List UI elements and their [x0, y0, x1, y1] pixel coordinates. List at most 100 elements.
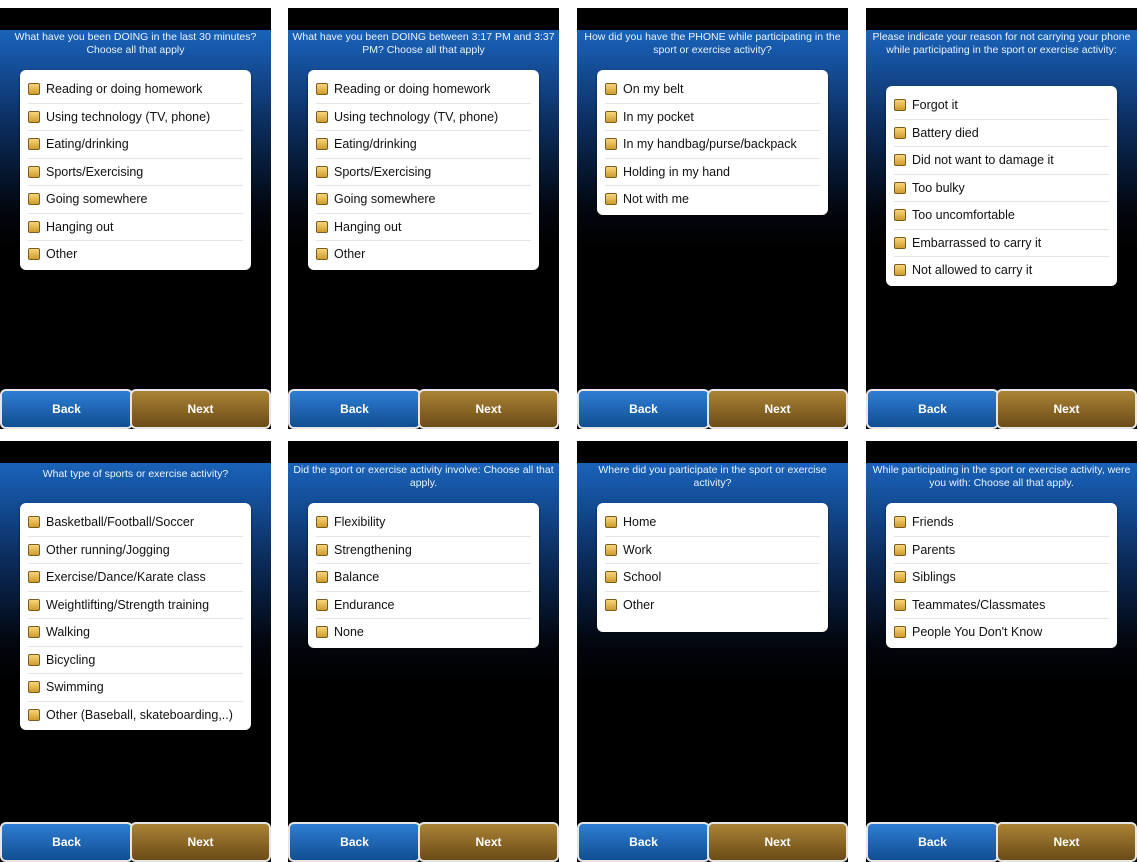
checkbox-icon[interactable] — [316, 138, 328, 151]
option-item[interactable]: Basketball/Football/Soccer — [28, 509, 243, 537]
option-item[interactable]: Endurance — [316, 592, 531, 619]
checkbox-icon[interactable] — [28, 248, 40, 261]
back-button[interactable]: Back — [0, 389, 133, 429]
option-item[interactable]: Using technology (TV, phone) — [316, 104, 531, 131]
checkbox-icon[interactable] — [894, 626, 906, 639]
option-item[interactable]: Eating/drinking — [28, 131, 243, 159]
checkbox-icon[interactable] — [894, 181, 906, 194]
next-button[interactable]: Next — [707, 389, 848, 429]
option-item[interactable]: Not with me — [605, 186, 820, 213]
checkbox-icon[interactable] — [28, 110, 40, 123]
option-item[interactable]: Teammates/Classmates — [894, 592, 1109, 619]
checkbox-icon[interactable] — [28, 598, 40, 611]
checkbox-icon[interactable] — [28, 681, 40, 694]
option-item[interactable]: Weightlifting/Strength training — [28, 592, 243, 619]
option-item[interactable]: Other — [28, 241, 243, 268]
option-item[interactable]: In my handbag/purse/backpack — [605, 131, 820, 159]
checkbox-icon[interactable] — [316, 543, 328, 556]
checkbox-icon[interactable] — [28, 193, 40, 206]
checkbox-icon[interactable] — [28, 165, 40, 178]
checkbox-icon[interactable] — [605, 110, 617, 123]
back-button[interactable]: Back — [0, 822, 133, 862]
checkbox-icon[interactable] — [605, 543, 617, 556]
option-item[interactable]: Home — [605, 509, 820, 537]
checkbox-icon[interactable] — [894, 154, 906, 167]
option-item[interactable]: Eating/drinking — [316, 131, 531, 159]
back-button[interactable]: Back — [288, 389, 421, 429]
option-item[interactable]: Strengthening — [316, 537, 531, 564]
checkbox-icon[interactable] — [894, 236, 906, 249]
option-item[interactable]: Hanging out — [316, 214, 531, 241]
checkbox-icon[interactable] — [894, 516, 906, 529]
checkbox-icon[interactable] — [28, 83, 40, 96]
back-button[interactable]: Back — [577, 822, 710, 862]
checkbox-icon[interactable] — [316, 220, 328, 233]
option-item[interactable]: Other — [605, 592, 820, 619]
option-item[interactable]: Work — [605, 537, 820, 564]
next-button[interactable]: Next — [130, 822, 271, 862]
option-item[interactable]: Other — [316, 241, 531, 268]
option-item[interactable]: Hanging out — [28, 214, 243, 241]
checkbox-icon[interactable] — [605, 138, 617, 151]
option-item[interactable]: Forgot it — [894, 92, 1109, 120]
option-item[interactable]: Using technology (TV, phone) — [28, 104, 243, 131]
next-button[interactable]: Next — [418, 389, 559, 429]
option-item[interactable]: Going somewhere — [28, 186, 243, 214]
option-item[interactable]: Swimming — [28, 674, 243, 702]
option-item[interactable]: On my belt — [605, 76, 820, 104]
checkbox-icon[interactable] — [894, 571, 906, 584]
option-item[interactable]: Did not want to damage it — [894, 147, 1109, 175]
back-button[interactable]: Back — [288, 822, 421, 862]
option-item[interactable]: Parents — [894, 537, 1109, 564]
checkbox-icon[interactable] — [605, 516, 617, 529]
checkbox-icon[interactable] — [894, 99, 906, 112]
option-item[interactable]: Reading or doing homework — [316, 76, 531, 104]
option-item[interactable]: Other running/Jogging — [28, 537, 243, 564]
option-item[interactable]: Too uncomfortable — [894, 202, 1109, 230]
checkbox-icon[interactable] — [894, 543, 906, 556]
option-item[interactable]: In my pocket — [605, 104, 820, 131]
next-button[interactable]: Next — [130, 389, 271, 429]
checkbox-icon[interactable] — [605, 83, 617, 96]
checkbox-icon[interactable] — [28, 571, 40, 584]
checkbox-icon[interactable] — [316, 598, 328, 611]
checkbox-icon[interactable] — [316, 110, 328, 123]
checkbox-icon[interactable] — [316, 165, 328, 178]
option-item[interactable]: Other (Baseball, skateboarding,..) — [28, 702, 243, 729]
checkbox-icon[interactable] — [316, 571, 328, 584]
option-item[interactable]: None — [316, 619, 531, 646]
option-item[interactable]: Sports/Exercising — [28, 159, 243, 186]
checkbox-icon[interactable] — [894, 209, 906, 222]
option-item[interactable]: Bicycling — [28, 647, 243, 674]
back-button[interactable]: Back — [866, 389, 999, 429]
checkbox-icon[interactable] — [605, 165, 617, 178]
checkbox-icon[interactable] — [894, 126, 906, 139]
checkbox-icon[interactable] — [894, 598, 906, 611]
option-item[interactable]: Holding in my hand — [605, 159, 820, 186]
checkbox-icon[interactable] — [28, 516, 40, 529]
next-button[interactable]: Next — [996, 822, 1137, 862]
option-item[interactable]: People You Don't Know — [894, 619, 1109, 646]
option-item[interactable]: Sports/Exercising — [316, 159, 531, 186]
checkbox-icon[interactable] — [28, 220, 40, 233]
option-item[interactable]: Embarrassed to carry it — [894, 230, 1109, 257]
option-item[interactable]: Reading or doing homework — [28, 76, 243, 104]
option-item[interactable]: Battery died — [894, 120, 1109, 147]
option-item[interactable]: Walking — [28, 619, 243, 647]
option-item[interactable]: Going somewhere — [316, 186, 531, 214]
option-item[interactable]: Friends — [894, 509, 1109, 537]
checkbox-icon[interactable] — [605, 598, 617, 611]
option-item[interactable]: Siblings — [894, 564, 1109, 592]
checkbox-icon[interactable] — [605, 193, 617, 206]
checkbox-icon[interactable] — [28, 626, 40, 639]
checkbox-icon[interactable] — [28, 708, 40, 721]
option-item[interactable]: Too bulky — [894, 175, 1109, 202]
checkbox-icon[interactable] — [316, 626, 328, 639]
option-item[interactable]: School — [605, 564, 820, 592]
back-button[interactable]: Back — [577, 389, 710, 429]
next-button[interactable]: Next — [707, 822, 848, 862]
back-button[interactable]: Back — [866, 822, 999, 862]
checkbox-icon[interactable] — [28, 653, 40, 666]
checkbox-icon[interactable] — [316, 516, 328, 529]
next-button[interactable]: Next — [996, 389, 1137, 429]
